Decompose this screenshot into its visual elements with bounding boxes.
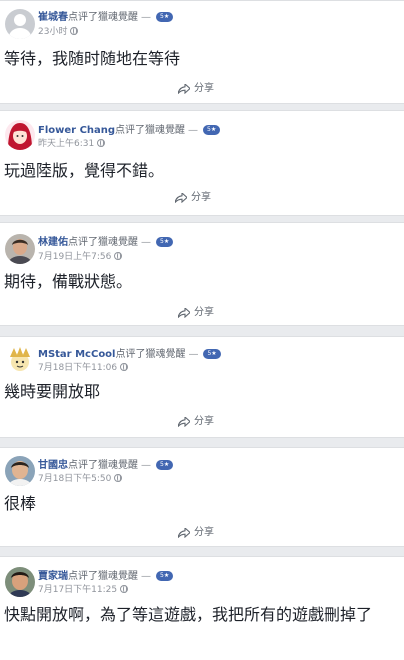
share-button[interactable]: 分享 [178, 306, 214, 320]
globe-icon [97, 139, 106, 147]
avatar[interactable] [5, 120, 35, 150]
avatar[interactable] [5, 456, 35, 486]
separator-dash: — [141, 571, 151, 582]
review-action: 点评了 [68, 12, 98, 23]
review-feed: 崔城春点评了獵魂覺醒 —5★ 23小时 等待，我随时随地在等待 分享 Flower… [0, 0, 404, 660]
share-label: 分享 [194, 527, 214, 538]
author-name[interactable]: Flower Chang [38, 125, 115, 136]
separator-dash: — [188, 125, 199, 136]
separator-dash: — [141, 12, 151, 23]
share-arrow-icon [175, 193, 187, 203]
post-timestamp[interactable]: 23小时 [38, 27, 67, 37]
page-name[interactable]: 獵魂覺醒 [145, 125, 185, 136]
separator-dash: — [141, 237, 151, 248]
review-text: 等待，我随时随地在等待 [4, 49, 181, 68]
avatar[interactable] [5, 234, 35, 264]
page-name[interactable]: 獵魂覺醒 [98, 237, 138, 248]
author-name[interactable]: 賈家瑞 [38, 571, 68, 582]
review-action: 点评了 [68, 460, 98, 471]
globe-icon [120, 363, 129, 371]
review-text: 玩過陸版，覺得不錯。 [4, 161, 165, 180]
share-arrow-icon [178, 308, 190, 318]
post-timestamp[interactable]: 昨天上午6:31 [38, 139, 94, 149]
separator-dash: — [141, 460, 151, 471]
share-label: 分享 [194, 416, 214, 427]
globe-icon [114, 252, 123, 260]
review-post: 崔城春点评了獵魂覺醒 — 5★ 23小时 等待，我随时随地在等待 分享 [0, 0, 404, 104]
author-name[interactable]: 甘國忠 [38, 460, 68, 471]
share-button[interactable]: 分享 [178, 526, 214, 540]
rating-badge: 5★ [156, 237, 174, 247]
author-name[interactable]: 崔城春 [38, 12, 68, 23]
globe-icon [114, 474, 123, 482]
review-text: 期待，備戰狀態。 [4, 272, 133, 291]
review-text: 幾時要開放耶 [4, 382, 101, 401]
share-arrow-icon [178, 417, 190, 427]
globe-icon [70, 27, 79, 35]
separator-dash: — [188, 349, 199, 360]
globe-icon [120, 585, 129, 593]
share-label: 分享 [191, 192, 211, 203]
author-name[interactable]: MStar McCool [38, 349, 115, 360]
share-arrow-icon [178, 528, 190, 538]
review-action: 点评了 [68, 571, 98, 582]
post-timestamp[interactable]: 7月17日下午11:25 [38, 585, 117, 595]
review-action: 点评了 [115, 349, 146, 360]
share-label: 分享 [194, 83, 214, 94]
rating-badge: 5★ [156, 571, 174, 581]
page-name[interactable]: 獵魂覺醒 [98, 460, 138, 471]
share-label: 分享 [194, 307, 214, 318]
review-post: 賈家瑞点评了獵魂覺醒 — 5★ 7月17日下午11:25 快點開放啊，為了等這遊戲，… [0, 556, 404, 660]
review-post: MStar McCool点评了獵魂覺醒 — 5★ 7月18日下午11:06 幾時要開… [0, 336, 404, 438]
share-button[interactable]: 分享 [178, 415, 214, 429]
review-text: 很棒 [4, 494, 37, 513]
review-action: 点评了 [68, 237, 98, 248]
page-name[interactable]: 獵魂覺醒 [145, 349, 185, 360]
rating-badge: 5★ [203, 349, 221, 359]
avatar[interactable] [5, 567, 35, 597]
share-button[interactable]: 分享 [178, 82, 214, 96]
review-text: 快點開放啊，為了等這遊戲，我把所有的遊戲刪掉了 [4, 605, 373, 624]
review-post: Flower Chang点评了獵魂覺醒 — 5★ 昨天上午6:31 玩過陸版，覺得不… [0, 110, 404, 216]
review-post: 林建佑点评了獵魂覺醒 — 5★ 7月19日上午7:56 期待，備戰狀態。 分享 [0, 222, 404, 326]
rating-badge: 5★ [156, 12, 174, 22]
post-timestamp[interactable]: 7月19日上午7:56 [38, 252, 111, 262]
review-action: 点评了 [115, 125, 146, 136]
review-post: 甘國忠点评了獵魂覺醒 — 5★ 7月18日下午5:50 很棒 分享 [0, 447, 404, 547]
avatar[interactable] [5, 9, 35, 39]
share-arrow-icon [178, 84, 190, 94]
avatar[interactable] [5, 345, 35, 375]
post-timestamp[interactable]: 7月18日下午11:06 [38, 363, 117, 373]
author-name[interactable]: 林建佑 [38, 237, 68, 248]
page-name[interactable]: 獵魂覺醒 [98, 12, 138, 23]
share-button[interactable]: 分享 [175, 191, 211, 205]
rating-badge: 5★ [203, 125, 221, 135]
page-name[interactable]: 獵魂覺醒 [98, 571, 138, 582]
post-timestamp[interactable]: 7月18日下午5:50 [38, 474, 111, 484]
rating-badge: 5★ [156, 460, 174, 470]
